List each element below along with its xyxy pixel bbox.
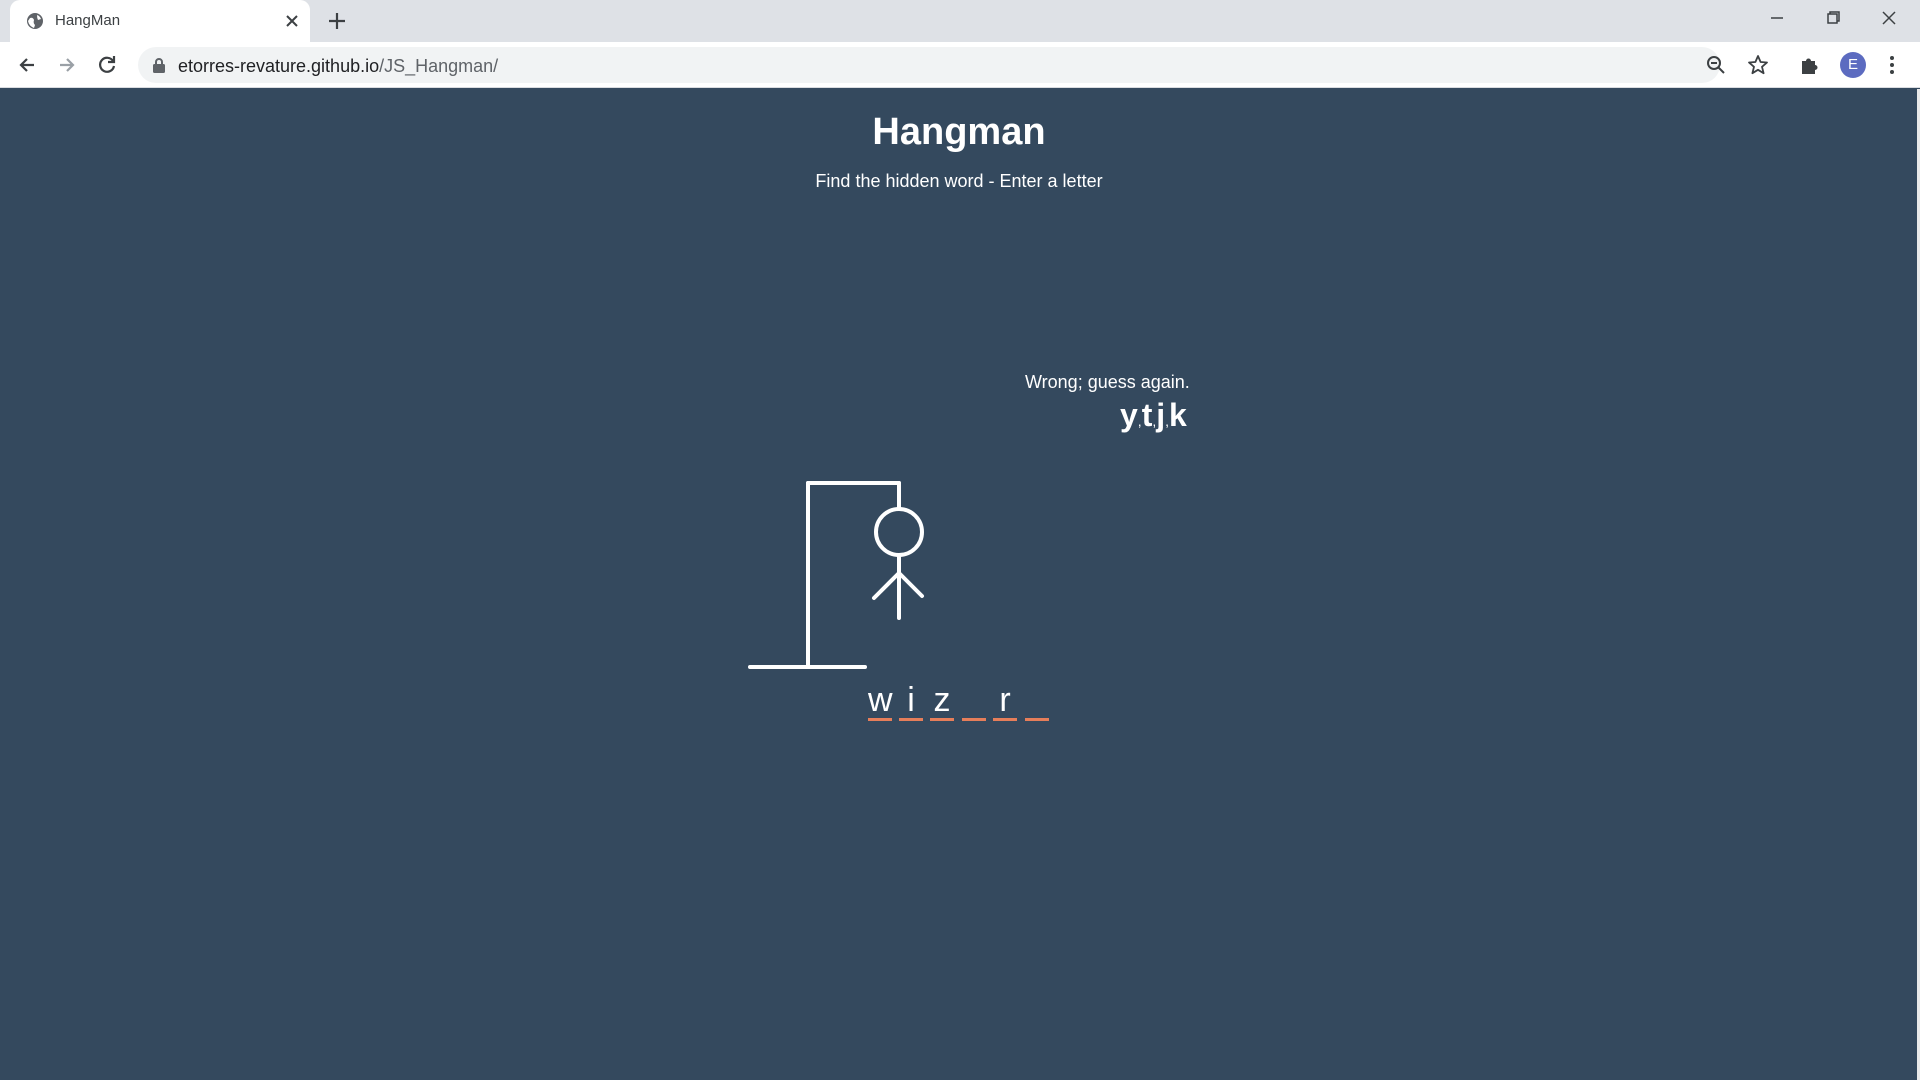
window-close-icon[interactable]: [1874, 6, 1904, 30]
slot-letter: z: [933, 681, 951, 719]
page-title: Hangman: [872, 111, 1046, 153]
avatar[interactable]: E: [1840, 52, 1866, 78]
wrong-letter: j: [1156, 397, 1166, 433]
letter-slot: z: [930, 681, 954, 741]
lock-icon[interactable]: [152, 57, 166, 73]
slot-underline: [993, 718, 1017, 721]
browser-tab[interactable]: HangMan: [10, 0, 310, 42]
new-tab-icon[interactable]: [326, 10, 348, 32]
more-menu-icon[interactable]: [1880, 53, 1904, 77]
slot-underline: [930, 718, 954, 721]
page-subtitle: Find the hidden word - Enter a letter: [815, 171, 1103, 191]
url-text[interactable]: etorres-revature.github.io/JS_Hangman/: [178, 56, 498, 77]
url-domain: etorres-revature.github.io: [178, 56, 380, 76]
slot-underline: [899, 718, 923, 721]
hangman-head: [874, 507, 924, 557]
hangman-left-arm: [872, 571, 901, 600]
letter-slot: i: [899, 681, 923, 741]
letter-slot: r: [993, 681, 1017, 741]
bookmark-star-icon[interactable]: [1746, 53, 1770, 77]
restore-icon[interactable]: [1818, 6, 1848, 30]
letter-slot: w: [868, 681, 893, 741]
extensions-puzzle-icon[interactable]: [1798, 53, 1822, 77]
wrong-letter: y: [1120, 397, 1138, 433]
wrong-letter: t: [1141, 397, 1153, 433]
tab-title: HangMan: [55, 12, 121, 29]
globe-icon: [27, 13, 43, 29]
slot-letter: i: [907, 681, 915, 719]
wrong-letters-list: y,t,j,k: [1120, 397, 1187, 434]
wrong-letter: k: [1169, 397, 1187, 433]
slot-letter: w: [868, 681, 893, 719]
slot-letter: r: [999, 681, 1011, 719]
forward-arrow-icon[interactable]: [54, 52, 80, 78]
close-icon[interactable]: [282, 11, 302, 31]
hangman-right-arm: [897, 571, 924, 598]
browser-tabstrip: HangMan: [0, 0, 1920, 42]
address-bar[interactable]: etorres-revature.github.io/JS_Hangman/: [138, 47, 1768, 83]
slot-underline: [962, 718, 986, 721]
url-path: /JS_Hangman/: [379, 56, 499, 76]
slot-underline: [868, 718, 892, 721]
hangman-page: Hangman Find the hidden word - Enter a l…: [0, 89, 1920, 1080]
zoom-icon[interactable]: [1704, 53, 1728, 77]
letter-slot: [962, 681, 986, 741]
browser-toolbar: etorres-revature.github.io/JS_Hangman/ E: [0, 42, 1920, 88]
letter-slot: [1025, 681, 1049, 741]
hangman-figure: [748, 481, 924, 669]
minimize-icon[interactable]: [1762, 6, 1792, 30]
reload-icon[interactable]: [94, 52, 120, 78]
wrong-guess-message: Wrong; guess again.: [1025, 372, 1190, 392]
slot-underline: [1025, 718, 1049, 721]
back-arrow-icon[interactable]: [14, 52, 40, 78]
